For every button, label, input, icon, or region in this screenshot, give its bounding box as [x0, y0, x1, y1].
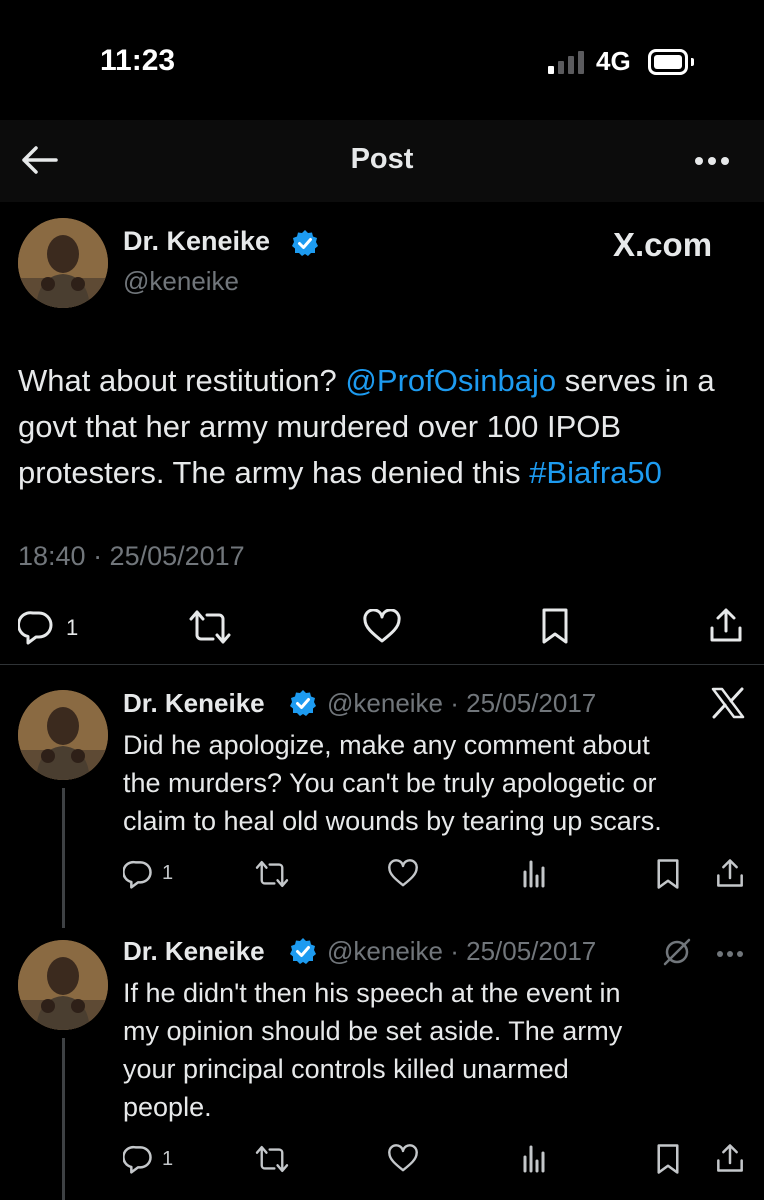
post-text-part: What about restitution?: [18, 363, 346, 398]
retweet-icon[interactable]: [254, 1144, 290, 1174]
status-time: 11:23: [100, 44, 176, 77]
battery-tip: [691, 58, 694, 66]
avatar[interactable]: [18, 690, 108, 780]
reply-text: If he didn't then his speech at the even…: [123, 974, 748, 1126]
reply-author-name[interactable]: Dr. Keneike: [123, 936, 265, 967]
network-type: 4G: [596, 46, 631, 76]
reply-text-line: Did he apologize, make any comment about: [123, 730, 650, 760]
reply-text-line: If he didn't then his speech at the even…: [123, 978, 621, 1008]
reply-count: 1: [162, 862, 174, 884]
cellular-signal-icon: [548, 50, 584, 74]
battery-icon: [648, 49, 688, 75]
reply-handle-date: @keneike · 25/05/2017: [327, 688, 597, 718]
bookmark-icon[interactable]: [655, 1143, 681, 1175]
page-title: Post: [350, 143, 414, 175]
bookmark-icon[interactable]: [655, 858, 681, 890]
reply-author-name[interactable]: Dr. Keneike: [123, 688, 265, 719]
reply-text-line: people.: [123, 1092, 212, 1122]
post-text: What about restitution? @ProfOsinbajo se…: [18, 358, 753, 496]
author-handle[interactable]: @keneike: [123, 266, 239, 297]
more-horizontal-icon[interactable]: [694, 154, 730, 166]
like-icon[interactable]: [362, 609, 402, 645]
thread-connector: [62, 1038, 65, 1200]
mention-link[interactable]: @ProfOsinbajo: [345, 363, 556, 398]
avatar[interactable]: [18, 218, 108, 308]
share-icon[interactable]: [708, 606, 744, 644]
views-icon[interactable]: [521, 1143, 549, 1173]
verified-badge-icon: [291, 229, 319, 257]
share-icon[interactable]: [715, 1142, 745, 1174]
grok-icon[interactable]: [662, 937, 692, 967]
reply-icon[interactable]: [123, 859, 153, 889]
reply-text-line: my opinion should be set aside. The army: [123, 1016, 623, 1046]
source-label: X.com: [613, 226, 713, 263]
like-icon[interactable]: [387, 859, 419, 889]
hashtag-link[interactable]: #Biafra50: [529, 455, 662, 490]
author-name[interactable]: Dr. Keneike: [123, 226, 270, 257]
reply-icon[interactable]: [123, 1144, 153, 1174]
like-icon[interactable]: [387, 1144, 419, 1174]
reply-text-line: your principal controls killed unarmed: [123, 1054, 569, 1084]
verified-badge-icon: [289, 689, 317, 717]
reply-handle-date: @keneike · 25/05/2017: [327, 936, 597, 966]
retweet-icon[interactable]: [188, 608, 232, 646]
divider: [0, 664, 764, 665]
x-logo-icon: [711, 687, 745, 719]
reply-count: 1: [66, 615, 79, 640]
thread-connector: [62, 788, 65, 928]
more-horizontal-icon[interactable]: [716, 946, 744, 957]
reply-count: 1: [162, 1148, 174, 1170]
reply-text-line: claim to heal old wounds by tearing up s…: [123, 806, 662, 836]
bookmark-icon[interactable]: [540, 607, 570, 645]
avatar[interactable]: [18, 940, 108, 1030]
share-icon[interactable]: [715, 857, 745, 889]
views-icon[interactable]: [521, 858, 549, 888]
retweet-icon[interactable]: [254, 859, 290, 889]
reply-text-line: the murders? You can't be truly apologet…: [123, 768, 657, 798]
reply-icon[interactable]: [18, 609, 54, 645]
reply-text: Did he apologize, make any comment about…: [123, 726, 748, 840]
post-timestamp: 18:40 · 25/05/2017: [18, 541, 245, 571]
verified-badge-icon: [289, 937, 317, 965]
